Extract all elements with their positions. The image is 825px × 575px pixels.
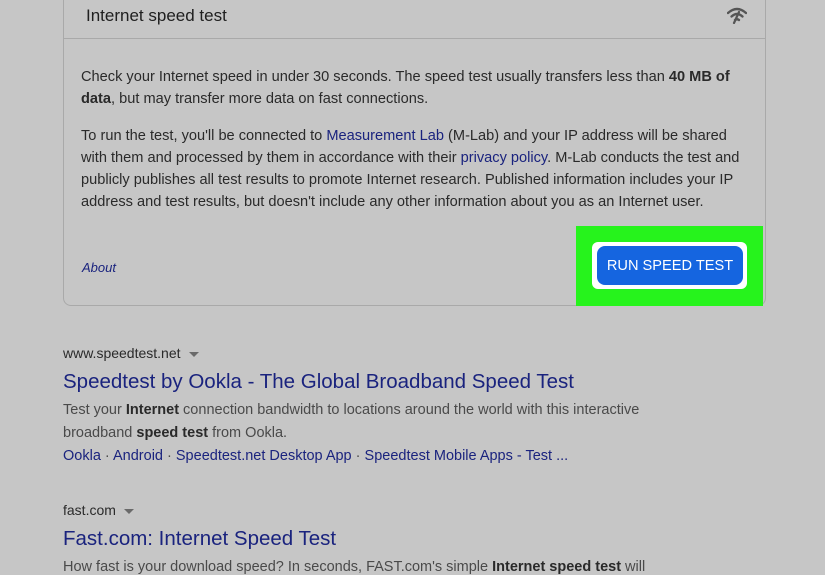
result-snippet: Test your Internet connection bandwidth … <box>63 402 640 441</box>
card-title: Internet speed test <box>86 6 227 25</box>
result-sitelinks: Ookla · Android · Speedtest.net Desktop … <box>63 448 569 464</box>
search-result: fast.com Fast.com: Internet Speed Test H… <box>63 500 783 575</box>
result-snippet: How fast is your download speed? In seco… <box>63 559 646 575</box>
run-speed-test-button[interactable]: RUN SPEED TEST <box>597 246 743 285</box>
speed-test-description: Check your Internet speed in under 30 se… <box>81 69 730 107</box>
search-result: www.speedtest.net Speedtest by Ookla - T… <box>63 343 783 468</box>
chevron-down-icon[interactable] <box>188 351 199 357</box>
about-link[interactable]: About <box>82 260 116 275</box>
card-header: Internet speed test <box>64 1 765 39</box>
chevron-down-icon[interactable] <box>123 508 134 514</box>
sitelink-android[interactable]: Android <box>113 448 163 464</box>
sitelink-desktop-app[interactable]: Speedtest.net Desktop App <box>176 448 352 464</box>
wifi-icon <box>727 7 747 24</box>
mlab-disclosure: To run the test, you'll be connected to … <box>81 128 740 210</box>
result-url: www.speedtest.net <box>63 343 783 363</box>
sitelink-ookla[interactable]: Ookla <box>63 448 101 464</box>
result-url: fast.com <box>63 500 783 520</box>
result-title-link[interactable]: Fast.com: Internet Speed Test <box>63 524 783 554</box>
measurement-lab-link[interactable]: Measurement Lab <box>326 128 444 144</box>
result-title-link[interactable]: Speedtest by Ookla - The Global Broadban… <box>63 367 783 397</box>
sitelink-mobile-apps[interactable]: Speedtest Mobile Apps - Test ... <box>365 448 569 464</box>
privacy-policy-link[interactable]: privacy policy <box>461 150 548 166</box>
